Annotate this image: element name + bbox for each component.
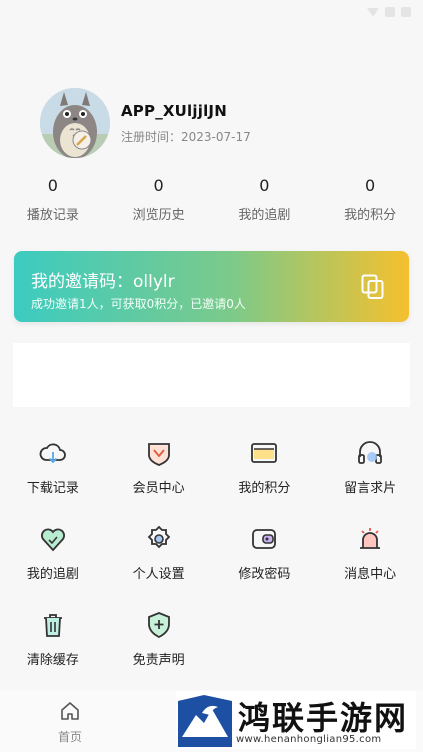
nav-home-label: 首页 bbox=[57, 730, 82, 744]
menu-label: 清除缓存 bbox=[26, 653, 79, 668]
copy-icon[interactable] bbox=[361, 274, 385, 300]
menu-label: 个人设置 bbox=[132, 567, 185, 582]
stat-browse-history[interactable]: 0 浏览历史 bbox=[106, 176, 212, 223]
avatar[interactable] bbox=[40, 88, 110, 158]
wallet-card-icon bbox=[251, 443, 278, 463]
registration-date: 注册时间：2023-07-17 bbox=[121, 129, 251, 144]
menu-item-change-password[interactable]: 修改密码 bbox=[212, 524, 318, 610]
menu-item-disclaimer[interactable]: 免责声明 bbox=[106, 610, 212, 696]
watermark-url: www.henanhonglian95.com bbox=[236, 734, 382, 745]
stat-points[interactable]: 0 我的积分 bbox=[317, 176, 423, 223]
menu-label: 免责声明 bbox=[132, 653, 185, 668]
stat-following-dramas[interactable]: 0 我的追剧 bbox=[212, 176, 318, 223]
profile-header[interactable]: APP_XUljjlJN 注册时间：2023-07-17 bbox=[40, 88, 251, 158]
status-bar bbox=[0, 0, 423, 26]
menu-label: 消息中心 bbox=[344, 567, 397, 582]
totoro-avatar-icon bbox=[40, 88, 110, 158]
menu-label: 留言求片 bbox=[344, 481, 397, 496]
trash-icon bbox=[43, 614, 62, 637]
gear-icon bbox=[147, 525, 170, 549]
menu-label: 我的积分 bbox=[238, 481, 291, 496]
invite-summary: 成功邀请1人，可获取0积分，已邀请0人 bbox=[31, 297, 246, 311]
menu-item-settings[interactable]: 个人设置 bbox=[106, 524, 212, 610]
alarm-bell-icon bbox=[360, 528, 381, 549]
nav-home[interactable]: 首页 bbox=[48, 700, 92, 745]
heart-icon bbox=[40, 528, 65, 552]
menu-label: 修改密码 bbox=[238, 567, 291, 582]
system-icons bbox=[367, 7, 411, 17]
menu-grid: 下载记录 会员中心 我的积分 留言求片 我的追剧 个人设置 修改密码 消息中心 … bbox=[0, 438, 423, 696]
menu-label: 下载记录 bbox=[26, 481, 79, 496]
stat-value: 0 bbox=[259, 176, 270, 195]
invite-code: 我的邀请码：ollylr bbox=[31, 272, 175, 292]
stat-label: 播放记录 bbox=[26, 208, 79, 223]
watermark-title: 鸿联手游网 bbox=[238, 699, 409, 737]
vip-icon bbox=[147, 443, 170, 466]
menu-item-downloads[interactable]: 下载记录 bbox=[0, 438, 106, 524]
wifi-icon bbox=[367, 7, 379, 17]
menu-item-following[interactable]: 我的追剧 bbox=[0, 524, 106, 610]
stat-label: 浏览历史 bbox=[132, 208, 185, 223]
download-cloud-icon bbox=[39, 443, 66, 464]
stat-play-history[interactable]: 0 播放记录 bbox=[0, 176, 106, 223]
bird-logo-icon bbox=[178, 693, 232, 747]
stats-row: 0 播放记录 0 浏览历史 0 我的追剧 0 我的积分 bbox=[0, 176, 423, 223]
invite-card[interactable]: 我的邀请码：ollylr 成功邀请1人，可获取0积分，已邀请0人 bbox=[14, 251, 409, 322]
menu-item-request-movie[interactable]: 留言求片 bbox=[317, 438, 423, 524]
menu-item-clear-cache[interactable]: 清除缓存 bbox=[0, 610, 106, 696]
shield-plus-icon bbox=[147, 612, 170, 639]
username: APP_XUljjlJN bbox=[121, 101, 227, 120]
menu-label: 会员中心 bbox=[132, 481, 185, 496]
battery-icon bbox=[401, 7, 411, 17]
home-icon bbox=[61, 702, 79, 720]
stat-value: 0 bbox=[365, 176, 376, 195]
banner-placeholder bbox=[13, 343, 410, 407]
stat-value: 0 bbox=[153, 176, 164, 195]
password-wallet-icon bbox=[252, 529, 277, 549]
stat-label: 我的追剧 bbox=[238, 208, 291, 223]
menu-item-messages[interactable]: 消息中心 bbox=[317, 524, 423, 610]
signal-icon bbox=[385, 7, 395, 17]
headset-icon bbox=[358, 441, 383, 464]
site-watermark: 鸿联手游网 www.henanhonglian95.com bbox=[176, 691, 416, 749]
menu-item-points[interactable]: 我的积分 bbox=[212, 438, 318, 524]
menu-item-vip[interactable]: 会员中心 bbox=[106, 438, 212, 524]
menu-label: 我的追剧 bbox=[26, 567, 79, 582]
stat-label: 我的积分 bbox=[344, 208, 397, 223]
stat-value: 0 bbox=[47, 176, 58, 195]
